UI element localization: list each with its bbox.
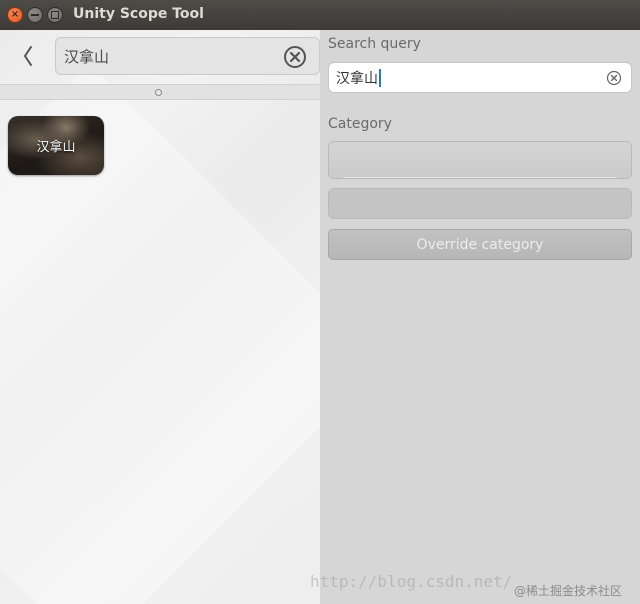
preview-pane: 汉拿山 汉拿山 (0, 30, 320, 604)
dash-search-text: 汉拿山 (64, 47, 110, 66)
watermark-site: @稀土掘金技术社区 (514, 584, 623, 598)
control-pane: Search query 汉拿山 Category Override categ… (320, 30, 640, 604)
dash-search-input[interactable]: 汉拿山 (55, 37, 320, 75)
window-close-button[interactable]: × (7, 7, 23, 23)
clear-query-icon[interactable] (606, 70, 622, 86)
search-query-text: 汉拿山 (336, 70, 378, 87)
filter-handle-bar[interactable] (0, 84, 320, 100)
window-maximize-button[interactable] (47, 7, 63, 23)
category-secondary-field[interactable] (328, 188, 632, 219)
window-minimize-button[interactable] (27, 7, 43, 23)
chevron-left-icon (24, 46, 32, 66)
text-caret (379, 68, 381, 87)
window-titlebar: × Unity Scope Tool (0, 0, 640, 30)
watermark-url: http://blog.csdn.net/ (310, 572, 513, 591)
search-query-input[interactable]: 汉拿山 (328, 62, 632, 93)
category-label: Category (328, 116, 392, 132)
category-combo-box[interactable] (328, 141, 632, 179)
clear-search-icon[interactable] (283, 45, 307, 69)
window-title: Unity Scope Tool (73, 6, 204, 22)
result-tile-label: 汉拿山 (36, 140, 76, 155)
back-button[interactable] (14, 42, 42, 70)
override-category-button[interactable]: Override category (328, 229, 632, 260)
result-tile[interactable]: 汉拿山 (8, 116, 104, 175)
handle-dot-icon (155, 89, 162, 96)
search-query-label: Search query (328, 36, 421, 52)
combo-divider (343, 177, 617, 178)
